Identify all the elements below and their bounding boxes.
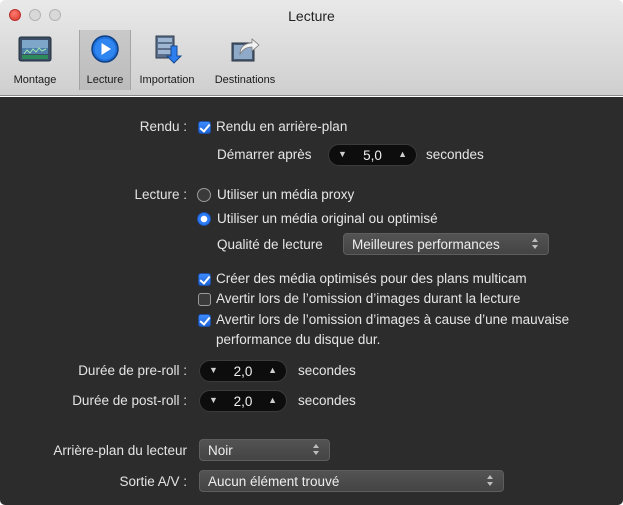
preroll-unit: secondes [298, 363, 356, 378]
start-after-stepper[interactable]: ▼ 5,0 ▲ [328, 144, 417, 166]
av-output-popup[interactable]: Aucun élément trouvé [199, 470, 504, 492]
player-background-popup[interactable]: Noir [199, 439, 330, 461]
tab-destinations[interactable]: Destinations [205, 30, 285, 90]
background-render-checkbox[interactable] [198, 121, 211, 134]
preferences-window: Lecture Montage Lecture Importation Dest… [0, 0, 623, 505]
preroll-stepper[interactable]: ▼ 2,0 ▲ [199, 360, 287, 382]
original-media-radio[interactable] [197, 212, 211, 226]
window-toolbar: Lecture Montage Lecture Importation Dest… [0, 0, 623, 96]
postroll-label: Durée de post-roll : [72, 393, 187, 408]
window-title: Lecture [288, 8, 335, 24]
av-output-label: Sortie A/V : [119, 474, 187, 489]
increment-icon[interactable]: ▲ [398, 149, 407, 159]
tab-importation-label: Importation [139, 74, 195, 86]
film-strip-icon [18, 36, 52, 62]
popup-arrows-icon [487, 474, 495, 488]
play-icon [91, 35, 119, 63]
lecture-label: Lecture : [134, 187, 187, 202]
postroll-unit: secondes [298, 393, 356, 408]
original-media-label: Utiliser un média original ou optimisé [217, 211, 438, 226]
start-after-label: Démarrer après [217, 147, 312, 162]
av-output-value: Aucun élément trouvé [208, 474, 340, 489]
share-icon [231, 38, 260, 62]
increment-icon[interactable]: ▲ [268, 395, 277, 405]
multicam-optimized-checkbox[interactable] [198, 273, 211, 286]
player-background-value: Noir [208, 443, 233, 458]
tab-importation[interactable]: Importation [132, 30, 202, 90]
multicam-optimized-label: Créer des média optimisés pour des plans… [216, 271, 527, 286]
background-render-label: Rendu en arrière-plan [216, 119, 348, 134]
tab-montage-label: Montage [13, 74, 57, 86]
start-after-unit: secondes [426, 147, 484, 162]
popup-arrows-icon [532, 237, 540, 251]
preroll-label: Durée de pre-roll : [78, 363, 187, 378]
player-background-label: Arrière-plan du lecteur [53, 443, 187, 458]
popup-arrows-icon [313, 443, 321, 457]
tab-lecture[interactable]: Lecture [79, 30, 131, 90]
playback-quality-label: Qualité de lecture [217, 237, 323, 252]
import-icon [155, 35, 183, 64]
proxy-media-label: Utiliser un média proxy [217, 187, 355, 202]
tab-montage[interactable]: Montage [4, 30, 66, 90]
rendu-label: Rendu : [139, 119, 187, 134]
proxy-media-radio[interactable] [197, 188, 211, 202]
postroll-stepper[interactable]: ▼ 2,0 ▲ [199, 390, 287, 412]
lecture-settings-panel: Rendu : Rendu en arrière-plan Démarrer a… [0, 97, 623, 505]
warn-disk-performance-label-line1: Avertir lors de l’omission d’images à ca… [216, 312, 570, 327]
warn-disk-performance-checkbox[interactable] [198, 314, 211, 327]
tab-destinations-label: Destinations [214, 74, 276, 86]
warn-frame-drop-checkbox[interactable] [198, 293, 211, 306]
warn-disk-performance-label-line2: performance du disque dur. [216, 332, 381, 347]
tab-lecture-label: Lecture [86, 74, 124, 86]
increment-icon[interactable]: ▲ [268, 365, 277, 375]
warn-frame-drop-label: Avertir lors de l’omission d’images dura… [216, 291, 521, 306]
playback-quality-value: Meilleures performances [352, 237, 500, 252]
playback-quality-popup[interactable]: Meilleures performances [343, 233, 549, 255]
